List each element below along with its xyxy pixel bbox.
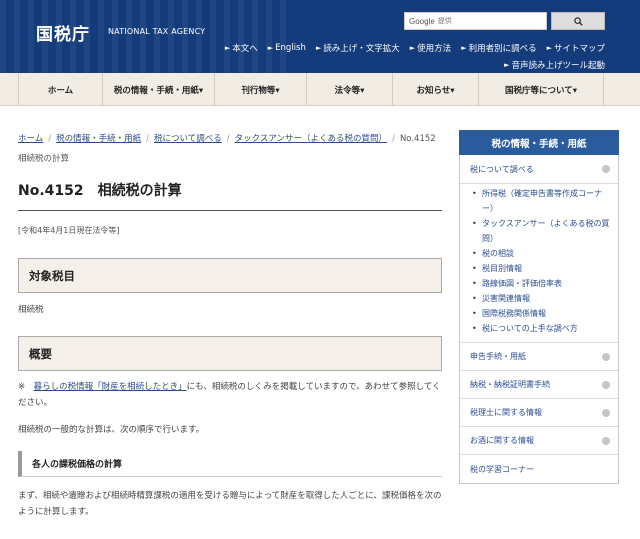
triangle-arrow-icon: ► (409, 44, 416, 52)
triangle-arrow-icon: ► (546, 44, 552, 52)
sidebar-title: 税の情報・手続・用紙 (459, 130, 619, 155)
utility-link-0[interactable]: ► 本文へ (225, 42, 258, 54)
triangle-arrow-icon: ► (315, 44, 322, 52)
sidebar-subitem[interactable]: 災害関連情報 (472, 291, 612, 306)
as-of-date: [令和4年4月1日現在法令等] (18, 226, 120, 235)
toggle-dot-icon (602, 165, 610, 173)
nav-item-2[interactable]: 刊行物等▾ (214, 73, 306, 106)
global-nav: ホーム 税の情報・手続・用紙▾ 刊行物等▾ 法令等▾ お知らせ▾ 国税庁等について▾ (0, 73, 640, 106)
sidebar-menu: 税について調べる 所得税（確定申告書等作成コーナー）タックスアンサー（よくある税… (459, 155, 619, 484)
toggle-dot-icon (602, 436, 610, 445)
sidebar-item-label: 税の学習コーナー (470, 464, 534, 474)
breadcrumb-separator: / (146, 134, 150, 144)
nav-item-5[interactable]: 国税庁等について▾ (478, 73, 604, 106)
sidebar-subitem[interactable]: 税目別情報 (472, 261, 612, 276)
utility-link-5[interactable]: ► サイトマップ (547, 42, 605, 54)
breadcrumb-separator: / (392, 134, 395, 144)
intro-text: 相続税の一般的な計算は、次の順序で行います。 (18, 425, 205, 435)
target-tax-text: 相続税 (18, 305, 44, 315)
overview-note: ※ 暮らしの税情報「財産を相続したとき」にも、相続税のしくみを掲載していますので… (18, 379, 442, 411)
utility-link-row2-0[interactable]: ► 音声読み上げツール起動 (504, 59, 605, 71)
sidebar-subitem[interactable]: 路線価図・評価倍率表 (472, 276, 612, 291)
sidebar-subitem[interactable]: タックスアンサー（よくある税の質問） (472, 216, 612, 246)
section-heading-overview: 概要 (18, 336, 442, 371)
search-button[interactable] (551, 12, 605, 30)
sidebar-submenu: 所得税（確定申告書等作成コーナー）タックスアンサー（よくある税の質問）税の相談税… (460, 184, 618, 343)
section-heading-taxable-value: 各人の課税価格の計算 (18, 451, 442, 477)
utility-link-4[interactable]: ► 利用者別に調べる (461, 42, 536, 54)
sidebar-item-label: 申告手続・用紙 (470, 352, 526, 361)
sidebar-subitem[interactable]: 税の相談 (472, 246, 612, 261)
utility-links: ► 本文へ ► English ► 読み上げ・文字拡大 ► 使用方法 ► 利用者別に調べる ► サイト… (225, 42, 605, 54)
sidebar-item-label: 納税・納税証明書手続 (470, 380, 550, 389)
breadcrumb-link-2[interactable]: 税について調べる (154, 134, 222, 144)
sidebar-item-3[interactable]: お酒に関する情報 (460, 427, 618, 455)
breadcrumb-link-0[interactable]: ホーム (18, 134, 43, 144)
breadcrumb: ホーム / 税の情報・手続・用紙 / 税について調べる / タックスアンサー（よくある税の質… (18, 129, 448, 169)
sidebar-item-label: 税について調べる (470, 164, 534, 174)
breadcrumb-link-3[interactable]: タックスアンサー（よくある税の質問） (235, 134, 387, 144)
nav-item-4[interactable]: お知らせ▾ (392, 73, 478, 106)
utility-link-label: 本文へ (232, 44, 258, 54)
sidebar: 税の情報・手続・用紙 税について調べる 所得税（確定申告書等作成コーナー）タック… (459, 130, 619, 484)
nav-item-1[interactable]: 税の情報・手続・用紙▾ (102, 73, 214, 106)
utility-link-label: 読み上げ・文字拡大 (323, 44, 400, 54)
utility-link-label: 音声読み上げツール起動 (511, 61, 605, 71)
nav-item-0[interactable]: ホーム (18, 73, 102, 106)
utility-link-label: 使用方法 (417, 44, 452, 54)
utility-link-label: English (275, 43, 306, 53)
toggle-dot-icon (602, 380, 610, 389)
site-header: 国税庁 NATIONAL TAX AGENCY Google ►本文へ►Engl… (0, 0, 640, 73)
triangle-arrow-icon: ► (461, 44, 467, 52)
site-logo[interactable]: 国税庁 (36, 20, 90, 45)
title-divider (18, 210, 442, 211)
breadcrumb-separator: / (226, 134, 230, 144)
sidebar-item-label: お酒に関する情報 (470, 436, 534, 445)
triangle-arrow-icon: ► (267, 44, 274, 52)
utility-link-3[interactable]: ► 使用方法 (410, 42, 451, 54)
search-icon (573, 16, 583, 26)
triangle-arrow-icon: ► (224, 44, 231, 52)
utility-link-label: 利用者別に調べる (468, 44, 537, 54)
page-title: No.4152 相続税の計算 (18, 183, 182, 199)
utility-link-1[interactable]: ► English (268, 42, 306, 54)
sidebar-subitem[interactable]: 税についての上手な調べ方 (472, 321, 612, 336)
utility-links-2: ► 音声読み上げツール起動 (504, 59, 605, 71)
sidebar-item-1[interactable]: 納税・納税証明書手続 (460, 371, 618, 399)
breadcrumb-link-1[interactable]: 税の情報・手続・用紙 (56, 134, 141, 144)
sidebar-item-label: 税理士に関する情報 (470, 408, 542, 417)
note-mark: ※ (18, 382, 34, 392)
note-link[interactable]: 暮らしの税情報「財産を相続したとき」 (34, 382, 187, 392)
toggle-dot-icon (602, 352, 610, 361)
triangle-arrow-icon: ► (504, 61, 510, 69)
sidebar-subitem[interactable]: 所得税（確定申告書等作成コーナー） (472, 186, 612, 216)
search-input[interactable] (437, 17, 528, 25)
body-text: まず、相続や遺贈および相続時精算課税の適用を受ける贈与によって財産を取得した人ご… (18, 491, 442, 517)
utility-link-label: サイトマップ (553, 44, 605, 54)
utility-link-2[interactable]: ► 読み上げ・文字拡大 (316, 42, 400, 54)
sidebar-item-4[interactable]: 税の学習コーナー (460, 455, 618, 483)
sidebar-item-0[interactable]: 申告手続・用紙 (460, 343, 618, 371)
nav-item-3[interactable]: 法令等▾ (306, 73, 392, 106)
section-heading-target-tax: 対象税目 (18, 258, 442, 293)
google-label: Google (409, 16, 435, 26)
site-logo-english: NATIONAL TAX AGENCY (108, 27, 206, 36)
breadcrumb-separator: / (48, 134, 52, 144)
sidebar-item-tax-research[interactable]: 税について調べる (460, 155, 618, 184)
toggle-dot-icon (602, 408, 610, 417)
sidebar-subitem[interactable]: 国際税務関係情報 (472, 306, 612, 321)
search-box[interactable]: Google (404, 12, 547, 30)
sidebar-item-2[interactable]: 税理士に関する情報 (460, 399, 618, 427)
